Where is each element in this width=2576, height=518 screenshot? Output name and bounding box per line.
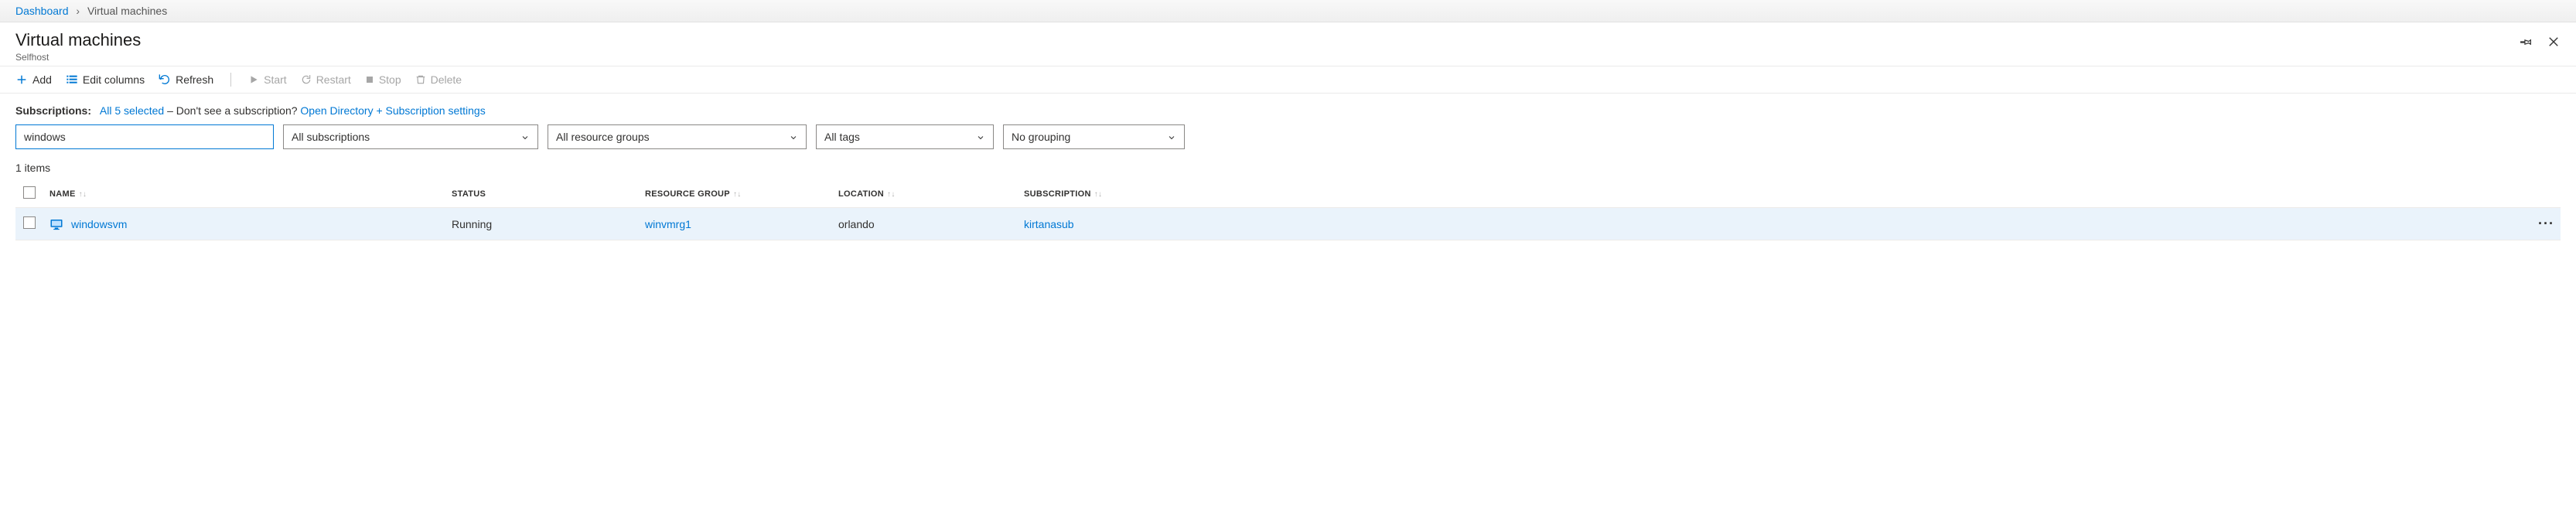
- restart-label: Restart: [316, 73, 351, 86]
- resource-group-link[interactable]: winvmrg1: [645, 218, 691, 230]
- subscriptions-text: Subscriptions: All 5 selected – Don't se…: [15, 104, 2561, 117]
- sort-icon: ↑↓: [887, 190, 896, 199]
- subscription-dropdown-label: All subscriptions: [292, 131, 370, 143]
- sort-icon: ↑↓: [79, 190, 87, 199]
- row-more-button[interactable]: ···: [2514, 208, 2561, 240]
- chevron-down-icon: [976, 132, 985, 141]
- filter-bar: Subscriptions: All 5 selected – Don't se…: [0, 94, 2576, 154]
- column-header-location[interactable]: Location↑↓: [832, 180, 1018, 208]
- column-name-label: Name: [49, 189, 76, 199]
- chevron-down-icon: [1167, 132, 1176, 141]
- page-header: Virtual machines Selfhost: [0, 22, 2576, 66]
- trash-icon: [415, 74, 426, 85]
- resource-group-dropdown[interactable]: All resource groups: [548, 124, 807, 149]
- search-input[interactable]: [15, 124, 274, 149]
- breadcrumb-current: Virtual machines: [87, 5, 167, 17]
- plus-icon: [15, 73, 28, 86]
- restart-button[interactable]: Restart: [301, 73, 351, 86]
- column-header-status[interactable]: Status: [445, 180, 639, 208]
- add-label: Add: [32, 73, 52, 86]
- column-header-name[interactable]: Name↑↓: [43, 180, 445, 208]
- directory-settings-link[interactable]: Open Directory + Subscription settings: [300, 104, 485, 117]
- stop-button[interactable]: Stop: [365, 73, 401, 86]
- pin-button[interactable]: [2519, 35, 2533, 49]
- vm-table: Name↑↓ Status Resource Group↑↓ Location↑…: [15, 180, 2561, 240]
- start-label: Start: [264, 73, 287, 86]
- vm-table-wrap: Name↑↓ Status Resource Group↑↓ Location↑…: [0, 180, 2576, 256]
- page-subtitle: Selfhost: [15, 52, 141, 63]
- column-header-subscription[interactable]: Subscription↑↓: [1018, 180, 2514, 208]
- play-icon: [248, 74, 259, 85]
- row-checkbox[interactable]: [23, 216, 36, 229]
- tags-dropdown[interactable]: All tags: [816, 124, 994, 149]
- items-count: 1 items: [0, 154, 2576, 180]
- stop-label: Stop: [379, 73, 401, 86]
- header-checkbox-cell: [15, 180, 43, 208]
- vm-location: orlando: [832, 208, 1018, 240]
- grouping-dropdown[interactable]: No grouping: [1003, 124, 1185, 149]
- breadcrumb-root-link[interactable]: Dashboard: [15, 5, 69, 17]
- column-location-label: Location: [838, 189, 884, 199]
- toolbar-separator: [230, 73, 231, 87]
- column-status-label: Status: [452, 189, 486, 199]
- breadcrumb: Dashboard › Virtual machines: [0, 0, 2576, 22]
- subscriptions-hint: – Don't see a subscription?: [167, 104, 300, 117]
- stop-icon: [365, 75, 374, 84]
- delete-button[interactable]: Delete: [415, 73, 462, 86]
- delete-label: Delete: [431, 73, 462, 86]
- subscriptions-label: Subscriptions:: [15, 104, 91, 117]
- page-title: Virtual machines: [15, 30, 141, 50]
- column-header-resource-group[interactable]: Resource Group↑↓: [639, 180, 832, 208]
- add-button[interactable]: Add: [15, 73, 52, 86]
- sort-icon: ↑↓: [733, 190, 742, 199]
- edit-columns-label: Edit columns: [83, 73, 145, 86]
- sort-icon: ↑↓: [1094, 190, 1103, 199]
- vm-status: Running: [445, 208, 639, 240]
- subscriptions-selected-link[interactable]: All 5 selected: [100, 104, 164, 117]
- columns-icon: [66, 73, 78, 86]
- subscription-link[interactable]: kirtanasub: [1024, 218, 1074, 230]
- column-header-actions: [2514, 180, 2561, 208]
- close-icon: [2547, 35, 2561, 49]
- toolbar: Add Edit columns Refresh Start Restart S…: [0, 66, 2576, 94]
- vm-name-link[interactable]: windowsvm: [71, 218, 127, 230]
- column-rg-label: Resource Group: [645, 189, 730, 199]
- pin-icon: [2519, 35, 2533, 49]
- refresh-icon: [159, 73, 171, 86]
- breadcrumb-separator: ›: [76, 5, 80, 17]
- grouping-dropdown-label: No grouping: [1012, 131, 1070, 143]
- edit-columns-button[interactable]: Edit columns: [66, 73, 145, 86]
- column-subscription-label: Subscription: [1024, 189, 1091, 199]
- resource-group-dropdown-label: All resource groups: [556, 131, 650, 143]
- start-button[interactable]: Start: [248, 73, 287, 86]
- restart-icon: [301, 74, 312, 85]
- select-all-checkbox[interactable]: [23, 186, 36, 199]
- subscription-dropdown[interactable]: All subscriptions: [283, 124, 538, 149]
- chevron-down-icon: [789, 132, 798, 141]
- tags-dropdown-label: All tags: [824, 131, 860, 143]
- refresh-button[interactable]: Refresh: [159, 73, 213, 86]
- close-button[interactable]: [2547, 35, 2561, 49]
- chevron-down-icon: [520, 132, 530, 141]
- refresh-label: Refresh: [176, 73, 213, 86]
- table-row[interactable]: windowsvm Running winvmrg1 orlando kirta…: [15, 208, 2561, 240]
- vm-icon: [49, 217, 63, 231]
